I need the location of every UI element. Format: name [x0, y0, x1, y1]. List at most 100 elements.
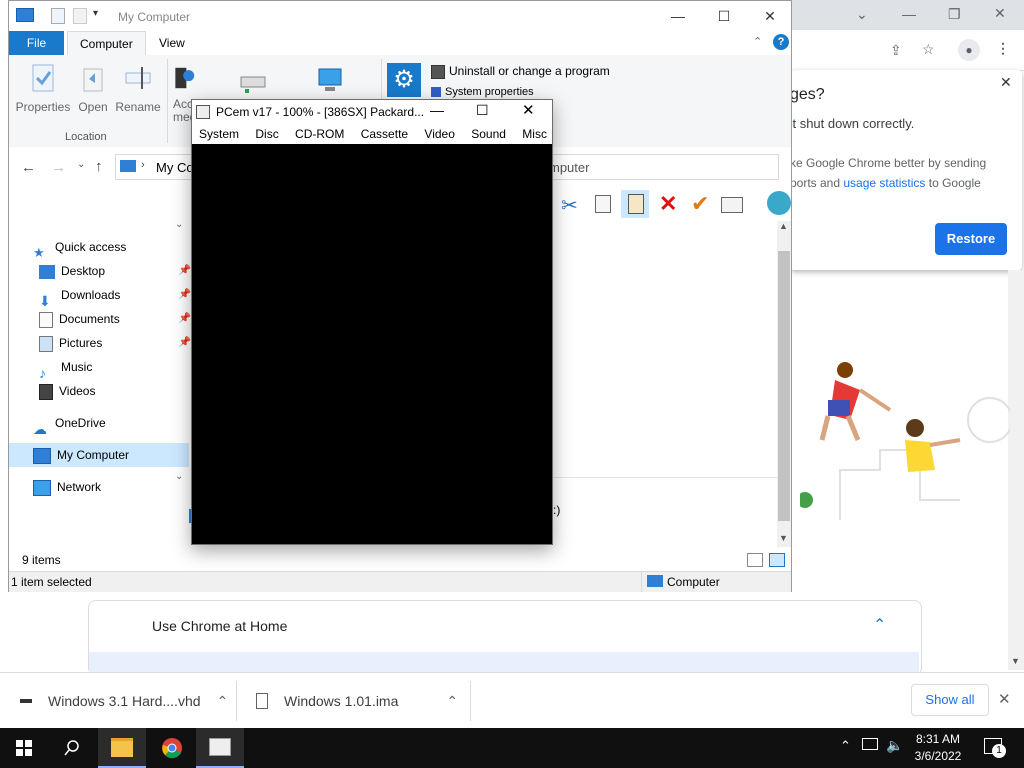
delete-icon[interactable]: ✕ — [659, 191, 677, 217]
tab-file[interactable]: File — [9, 31, 64, 55]
search-icon[interactable] — [48, 728, 96, 768]
sidebar-item-my-computer[interactable]: My Computer — [9, 443, 189, 467]
open-button[interactable]: Open — [73, 63, 113, 114]
scroll-up-icon[interactable]: ▲ — [779, 221, 788, 231]
restore-button[interactable]: Restore — [935, 223, 1007, 255]
tab-computer[interactable]: Computer — [67, 31, 146, 55]
menu-disc[interactable]: Disc — [255, 127, 278, 141]
sidebar-item-onedrive[interactable]: ☁ OneDrive — [9, 411, 189, 437]
chevron-up-icon[interactable]: ⌃ — [446, 693, 458, 710]
share-icon[interactable]: ⇪ — [890, 42, 902, 59]
chevron-up-icon[interactable]: ⌃ — [217, 693, 229, 710]
pcem-emulator-screen[interactable] — [192, 144, 552, 544]
network-status-icon[interactable] — [862, 738, 878, 750]
chevron-up-icon[interactable]: ⌃ — [873, 615, 886, 635]
pin-icon[interactable]: 📌 — [179, 331, 191, 355]
show-all-button[interactable]: Show all — [911, 684, 989, 716]
sidebar-item-network[interactable]: Network — [9, 475, 189, 499]
pin-icon[interactable]: 📌 — [179, 283, 191, 307]
cloud-icon: ☁ — [33, 420, 47, 437]
restore-icon[interactable]: ❐ — [948, 6, 961, 23]
sidebar-item-quick-access[interactable]: ★ Quick access — [9, 235, 189, 260]
status-location: Computer — [667, 575, 720, 589]
scrollbar-thumb[interactable] — [778, 251, 790, 521]
explorer-titlebar[interactable]: ▾ My Computer — ☐ ✕ — [9, 1, 791, 31]
clock-time[interactable]: 8:31 AM — [910, 732, 966, 746]
computer-icon — [16, 8, 34, 22]
sidebar-item-pictures[interactable]: Pictures 📌 — [9, 331, 195, 355]
pcem-titlebar[interactable]: PCem v17 - 100% - [386SX] Packard... — ☐… — [192, 100, 552, 124]
chevron-down-icon[interactable]: ⌄ — [856, 6, 868, 23]
menu-cassette[interactable]: Cassette — [361, 127, 408, 141]
properties-qat-icon[interactable] — [51, 8, 65, 24]
recent-dropdown-icon[interactable]: ⌄ — [77, 159, 85, 170]
pin-icon[interactable]: 📌 — [179, 307, 191, 331]
close-icon[interactable]: ✕ — [1000, 74, 1012, 91]
back-arrow-icon[interactable]: ← — [21, 159, 36, 176]
maximize-icon[interactable]: ☐ — [476, 102, 489, 119]
cut-icon[interactable]: ✂ — [561, 193, 578, 218]
minimize-icon[interactable]: — — [430, 102, 444, 118]
download-item-ima[interactable]: Windows 1.01.ima ⌃ — [256, 673, 466, 729]
help-icon[interactable]: ? — [773, 34, 789, 50]
settings-gear-icon[interactable]: ⚙ — [387, 63, 421, 97]
download-item-1-label: Windows 3.1 Hard....vhd — [48, 693, 201, 709]
file-explorer-taskbar-icon[interactable] — [98, 728, 146, 768]
chrome-taskbar-icon[interactable] — [148, 728, 196, 768]
profile-icon[interactable]: ● — [958, 39, 980, 61]
network-drive-icon[interactable] — [237, 69, 269, 97]
tab-view[interactable]: View — [147, 31, 197, 55]
sidebar-item-music[interactable]: ♪ Music — [9, 355, 195, 381]
network-location-icon[interactable] — [315, 67, 345, 95]
system-properties-button[interactable]: System properties — [431, 86, 534, 98]
show-hidden-icons-chevron-icon[interactable]: ⌃ — [840, 738, 851, 754]
globe-icon[interactable] — [767, 191, 791, 215]
sidebar-item-documents[interactable]: Documents 📌 — [9, 307, 195, 331]
checkmark-icon[interactable]: ✔ — [691, 191, 709, 217]
up-arrow-icon[interactable]: ↑ — [95, 158, 103, 175]
sidebar-item-videos[interactable]: Videos — [9, 379, 195, 403]
menu-cd-rom[interactable]: CD-ROM — [295, 127, 344, 141]
minimize-icon[interactable]: — — [902, 6, 916, 22]
section-collapse-icon[interactable]: ⌄ — [175, 219, 183, 230]
details-view-icon[interactable] — [747, 553, 763, 567]
menu-system[interactable]: System — [199, 127, 239, 141]
location-group-label: Location — [65, 131, 107, 143]
pcem-taskbar-icon[interactable] — [196, 728, 244, 768]
rename-button[interactable]: Rename — [113, 63, 163, 114]
sidebar-item-downloads[interactable]: ⬇ Downloads 📌 — [9, 283, 195, 309]
rename-small-icon[interactable] — [721, 197, 743, 213]
large-icons-view-icon[interactable] — [769, 553, 785, 567]
close-icon[interactable]: ✕ — [522, 101, 535, 119]
menu-video[interactable]: Video — [424, 127, 454, 141]
page-scrollbar[interactable]: ▼ — [1008, 270, 1024, 670]
paste-icon[interactable] — [628, 194, 644, 214]
minimize-icon[interactable]: — — [655, 1, 701, 31]
scroll-down-icon[interactable]: ▼ — [1011, 656, 1020, 666]
close-icon[interactable]: ✕ — [994, 5, 1006, 22]
menu-kebab-icon[interactable]: ⋮ — [996, 40, 1010, 57]
pin-icon[interactable]: 📌 — [179, 259, 191, 283]
usage-statistics-link[interactable]: usage statistics — [843, 176, 925, 190]
start-windows-icon[interactable] — [0, 728, 48, 768]
new-folder-qat-icon[interactable] — [73, 8, 87, 24]
scroll-down-icon[interactable]: ▼ — [779, 533, 788, 543]
status-bar-top: 9 items — [9, 549, 791, 571]
close-icon[interactable]: ✕ — [747, 1, 793, 31]
menu-misc[interactable]: Misc — [522, 127, 547, 141]
forward-arrow-icon[interactable]: → — [51, 159, 66, 176]
copy-icon[interactable] — [595, 195, 611, 213]
maximize-icon[interactable]: ☐ — [701, 1, 747, 31]
properties-button[interactable]: Properties — [15, 63, 71, 114]
ribbon-collapse-icon[interactable]: ⌃ — [753, 35, 762, 48]
bookmark-star-icon[interactable]: ☆ — [922, 41, 935, 58]
menu-sound[interactable]: Sound — [471, 127, 506, 141]
volume-icon[interactable]: 🔈 — [886, 737, 903, 754]
sidebar-item-desktop[interactable]: Desktop 📌 — [9, 259, 195, 283]
navigation-pane: ★ Quick access Desktop 📌 ⬇ Downloads 📌 Docum… — [9, 231, 191, 551]
download-item-vhd[interactable]: Windows 3.1 Hard....vhd ⌃ — [20, 673, 230, 729]
qat-dropdown-icon[interactable]: ▾ — [93, 8, 98, 19]
uninstall-program-button[interactable]: Uninstall or change a program — [431, 64, 610, 79]
close-icon[interactable]: ✕ — [998, 690, 1011, 708]
clock-date[interactable]: 3/6/2022 — [910, 749, 966, 763]
